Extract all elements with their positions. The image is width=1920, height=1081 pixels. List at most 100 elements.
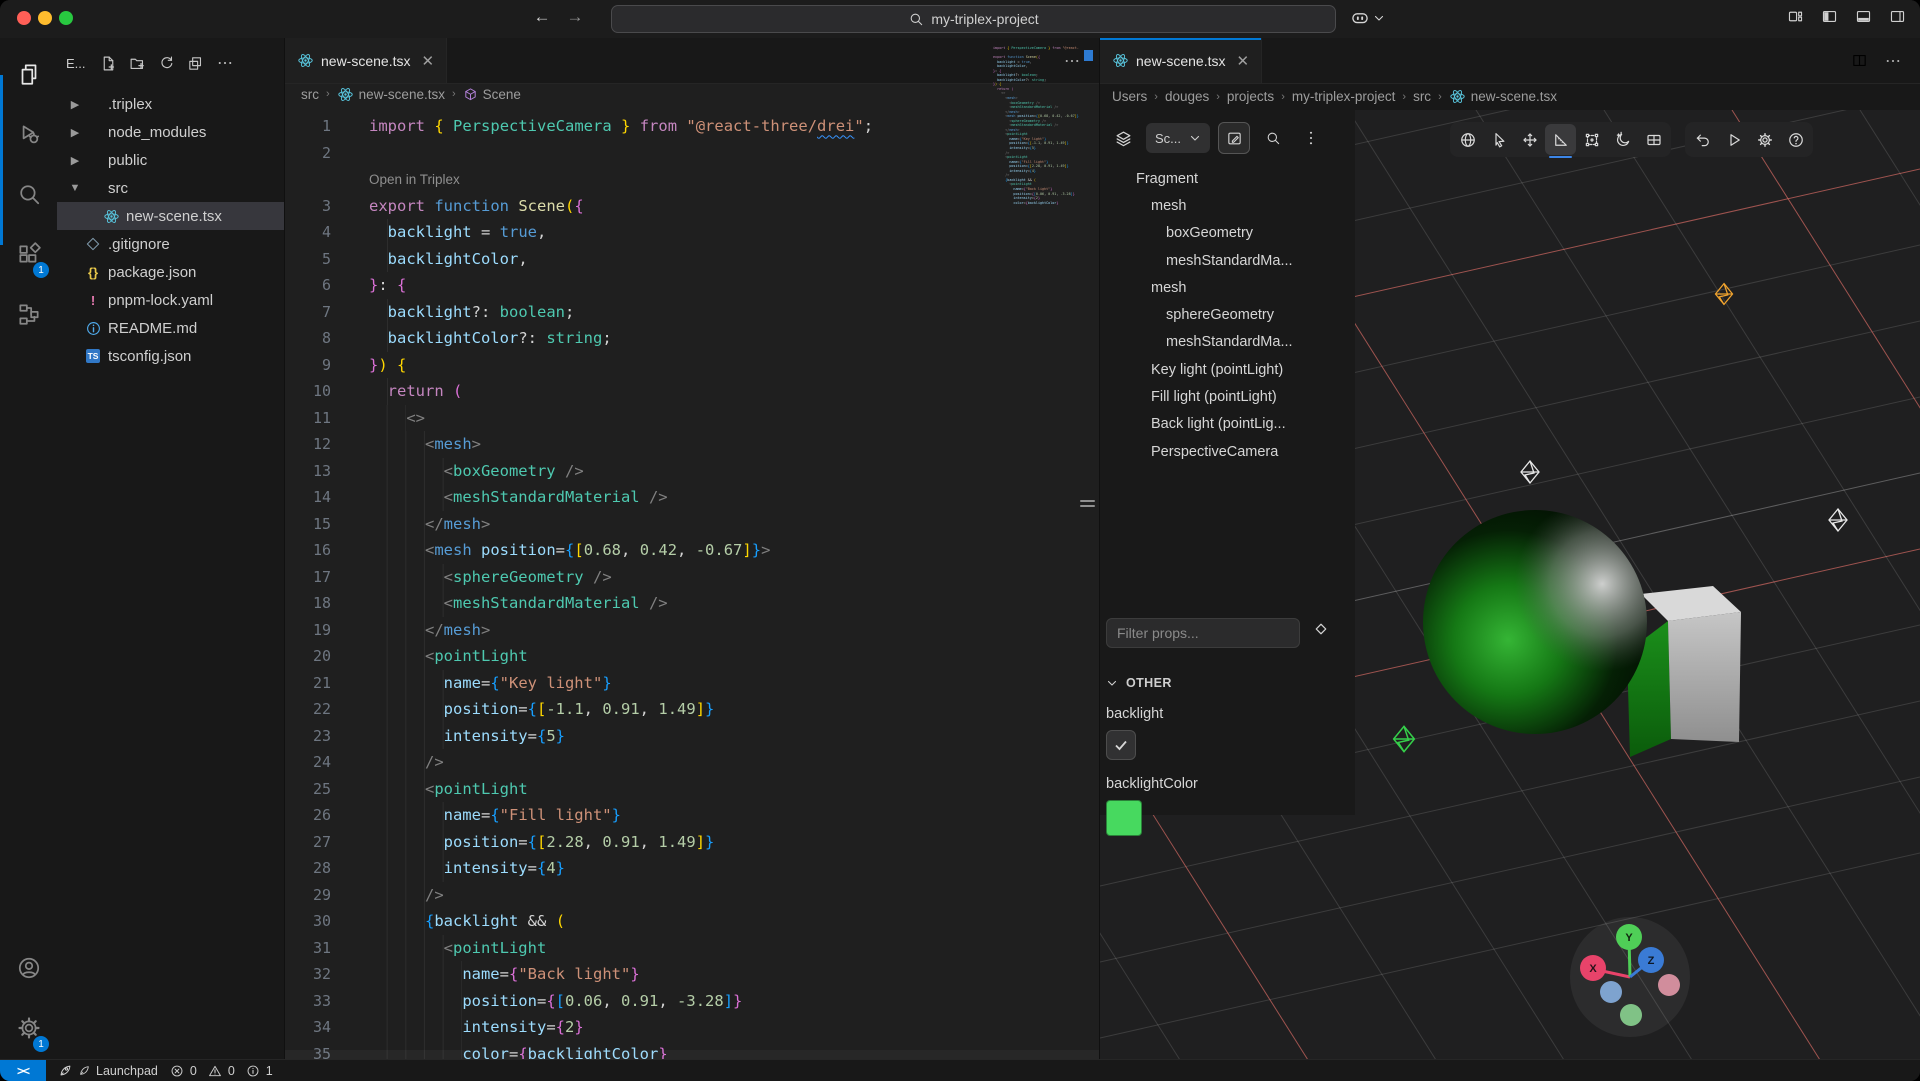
filter-props-input[interactable] [1106,618,1300,648]
sash-drag-handle[interactable] [1080,500,1095,510]
file-tree-item-new-scene.tsx[interactable]: new-scene.tsx [57,202,284,230]
grid-toggle[interactable] [1638,124,1669,155]
file-tree-item-node-modules[interactable]: ▶node_modules [57,118,284,146]
eraser-icon[interactable] [1312,620,1330,638]
activity-bar-extensions[interactable]: 1 [0,228,57,280]
help-button[interactable] [1780,124,1811,155]
navigate-forward-button[interactable]: → [563,7,587,27]
scene-tree-item-sphereGeometry[interactable]: sphereGeometry [1100,301,1355,328]
activity-bar-remote-hierarchy[interactable] [0,288,57,340]
file-tree-item-src[interactable]: ▼src [57,174,284,202]
activity-bar-files[interactable] [0,48,57,100]
select-tool[interactable] [1483,124,1514,155]
breadcrumb-item[interactable]: new-scene.tsx [1471,89,1557,104]
file-tree-item-pnpm-lock.yaml[interactable]: !pnpm-lock.yaml [57,286,284,314]
breadcrumb-item[interactable]: Scene [483,87,521,102]
scene-tree-item-PerspectiveCamera[interactable]: PerspectiveCamera [1100,438,1355,465]
breadcrumb-item[interactable]: src [1413,89,1431,104]
scale-tool[interactable] [1545,124,1576,155]
remote-indicator[interactable]: >< [0,1060,46,1081]
close-panel-tab-icon[interactable]: ✕ [1236,52,1249,70]
scene-tree-item-meshStandardMa---[interactable]: meshStandardMa... [1100,329,1355,356]
breadcrumb-item[interactable]: Users [1112,89,1147,104]
nav-axis-z[interactable]: Z [1638,947,1664,973]
panel-more-actions-button[interactable] [1884,52,1902,70]
command-center-search[interactable]: my-triplex-project [611,5,1336,33]
close-window-button[interactable] [17,11,31,25]
lighting-toggle[interactable] [1607,124,1638,155]
scene-tree-item-boxGeometry[interactable]: boxGeometry [1100,220,1355,247]
undo-button[interactable] [1687,124,1718,155]
minimize-window-button[interactable] [38,11,52,25]
translate-tool[interactable] [1514,124,1545,155]
file-tree-item-package.json[interactable]: {}package.json [57,258,284,286]
settings-button[interactable] [1749,124,1780,155]
problems-status-item[interactable]: 0 0 1 [170,1064,273,1078]
toggle-secondary-sidebar-button[interactable] [1889,8,1906,25]
scene-tree-item-meshStandardMa---[interactable]: meshStandardMa... [1100,247,1355,274]
section-other-header[interactable]: OTHER [1126,676,1172,690]
nav-axis-neg-x[interactable] [1658,974,1680,996]
scene-more-button[interactable] [1296,123,1326,153]
new-file-button[interactable] [100,54,117,72]
scene-tree-item-mesh[interactable]: mesh [1100,192,1355,219]
activity-bar-search[interactable] [0,168,57,220]
launchpad-status-item[interactable]: Launchpad [58,1063,158,1078]
selected-light-gizmo[interactable] [1394,726,1415,751]
back-light-gizmo[interactable] [1715,284,1732,305]
breadcrumb-item[interactable]: douges [1165,89,1209,104]
minimap[interactable]: import { PerspectiveCamera } from "@reac… [993,46,1079,205]
nav-axis-y[interactable]: Y [1616,924,1642,950]
nav-axis-x[interactable]: X [1580,955,1606,981]
breadcrumb-item[interactable]: src [301,87,319,102]
panel-tab-new-scene[interactable]: new-scene.tsx ✕ [1100,38,1262,83]
breadcrumb-item[interactable]: projects [1227,89,1274,104]
activity-bar-run-debug[interactable] [0,108,57,160]
new-folder-button[interactable] [129,54,146,72]
play-button[interactable] [1718,124,1749,155]
codelens[interactable]: Open in Triplex [285,166,460,193]
file-tree-item-.triplex[interactable]: ▶.triplex [57,90,284,118]
edit-scene-button[interactable] [1218,122,1250,154]
scene-select-dropdown[interactable]: Sc... [1146,123,1210,153]
scene-search-button[interactable] [1258,123,1288,153]
explorer-more-actions-button[interactable] [216,54,234,72]
breadcrumb-item[interactable]: new-scene.tsx [359,87,445,102]
chevron-down-icon[interactable] [1106,677,1118,689]
toggle-sidebar-button[interactable] [1821,8,1838,25]
nav-axis-neg-y[interactable] [1620,1004,1642,1026]
scene-tree-item-Fill-light--pointLight-[interactable]: Fill light (pointLight) [1100,383,1355,410]
file-tree-item-tsconfig.json[interactable]: TStsconfig.json [57,342,284,370]
key-light-gizmo[interactable] [1521,461,1539,483]
split-editor-button[interactable] [1851,52,1868,69]
fill-light-gizmo[interactable] [1829,509,1847,531]
viewport-navigation-gizmo[interactable]: X Y Z [1570,917,1690,1037]
breadcrumb[interactable]: src›new-scene.tsx›Scene [285,83,1099,105]
panel-breadcrumb[interactable]: Users›douges›projects›my-triplex-project… [1112,83,1920,110]
close-tab-icon[interactable]: ✕ [421,52,434,70]
navigate-back-button[interactable]: ← [530,7,554,27]
collapse-folders-button[interactable] [187,54,204,72]
toggle-panel-button[interactable] [1855,8,1872,25]
zoom-window-button[interactable] [59,11,73,25]
file-tree-item-public[interactable]: ▶public [57,146,284,174]
transform-tool[interactable] [1576,124,1607,155]
scene-tree-item-Key-light--pointLight-[interactable]: Key light (pointLight) [1100,356,1355,383]
activity-bar-settings-gear[interactable]: 1 [0,1002,57,1054]
tab-new-scene[interactable]: new-scene.tsx ✕ [285,38,447,83]
file-tree-item-README.md[interactable]: README.md [57,314,284,342]
backlight-checkbox[interactable] [1106,730,1136,760]
backlight-color-swatch[interactable] [1106,800,1142,836]
world-space-tool[interactable] [1452,124,1483,155]
file-tree-item-.gitignore[interactable]: .gitignore [57,230,284,258]
scene-tree-item-Fragment[interactable]: Fragment [1100,165,1355,192]
nav-axis-neg-z[interactable] [1600,981,1622,1003]
breadcrumb-item[interactable]: my-triplex-project [1292,89,1396,104]
scene-tree-item-Back-light--pointLig---[interactable]: Back light (pointLig... [1100,411,1355,438]
refresh-explorer-button[interactable] [158,54,175,72]
scene-layers-button[interactable] [1108,123,1138,153]
scene-tree-item-mesh[interactable]: mesh [1100,274,1355,301]
activity-bar-account[interactable] [0,942,57,994]
code-editor[interactable]: 1import { PerspectiveCamera } from "@rea… [285,105,1099,1060]
customize-layout-button[interactable] [1787,8,1804,25]
